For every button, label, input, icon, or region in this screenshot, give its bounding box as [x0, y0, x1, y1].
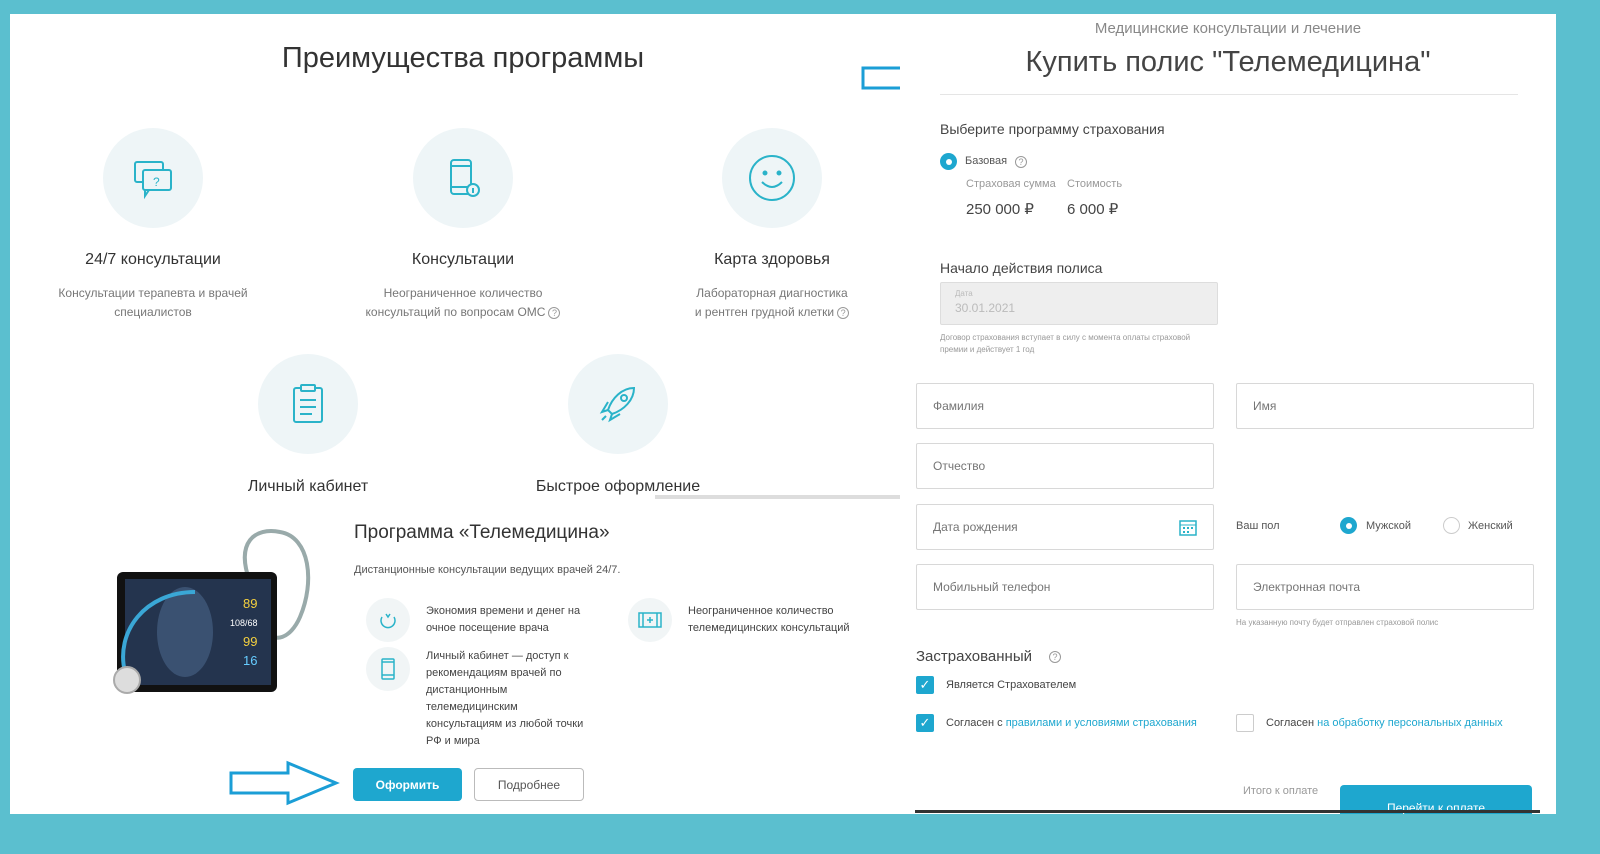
start-date-label: Начало действия полиса — [940, 260, 1103, 276]
start-date-field[interactable]: Дата 30.01.2021 — [940, 282, 1218, 325]
benefit-text: Личный кабинет — доступ к рекомендациям в… — [426, 650, 584, 747]
smile-icon — [722, 128, 822, 228]
first-name-input[interactable] — [1236, 383, 1534, 429]
divider — [655, 495, 900, 499]
chat-question-icon: ? — [103, 128, 203, 228]
agree-pd-label: Согласен на обработку персональных данны… — [1266, 717, 1503, 729]
arrow-pointer-icon — [229, 760, 340, 806]
gender-female-label: Женский — [1468, 520, 1513, 532]
feature-desc: Неограниченное количество консультаций по… — [333, 284, 593, 322]
date-field-label: Дата — [955, 289, 973, 298]
feature-desc: Консультации терапевта и врачей специалис… — [58, 286, 248, 319]
total-label: Итого к оплате — [1243, 785, 1319, 797]
feature-label: Быстрое оформление — [535, 478, 701, 495]
agree-rules-label: Согласен с правилами и условиями страхов… — [946, 717, 1197, 729]
feature-label: Личный кабинет — [247, 478, 369, 495]
program-subtitle: Дистанционные консультации ведущих враче… — [354, 564, 621, 576]
reading: 108/68 — [230, 618, 258, 628]
gender-male-radio[interactable] — [1340, 517, 1357, 534]
last-name-input[interactable] — [916, 383, 1214, 429]
benefit-text: Экономия времени и денег на очное посещен… — [426, 605, 581, 634]
feature-label: Консультации — [411, 251, 515, 268]
help-icon[interactable]: ? — [548, 307, 561, 319]
purchase-form-panel: Медицинские консультации и лечение Купит… — [900, 14, 1556, 814]
reading: 89 — [243, 596, 257, 611]
gender-label: Ваш пол — [1236, 520, 1280, 532]
rocket-icon — [568, 354, 668, 454]
program-option-label: Базовая — [965, 155, 1008, 167]
more-button[interactable]: Подробнее — [474, 768, 584, 801]
benefit-text: Неограниченное количество телемедицинских… — [688, 605, 850, 634]
pd-link[interactable]: на обработку персональных данных — [1317, 717, 1503, 729]
program-radio-basic[interactable] — [940, 153, 957, 170]
category-label: Медицинские консультации и лечение — [1094, 20, 1362, 37]
is-policyholder-label: Является Страхователем — [946, 679, 1077, 691]
email-note: На указанную почту будет отправлен страх… — [1236, 618, 1439, 627]
agree-rules-checkbox[interactable]: ✓ — [916, 714, 934, 732]
phone-input[interactable] — [916, 564, 1214, 610]
phone-info-icon — [413, 128, 513, 228]
help-icon[interactable]: ? — [1049, 651, 1061, 663]
calendar-icon[interactable] — [1179, 518, 1197, 536]
feature-label: Карта здоровья — [714, 251, 830, 268]
clipboard-icon — [258, 354, 358, 454]
apple-icon — [366, 598, 410, 642]
date-note: Договор страхования вступает в силу с мо… — [940, 333, 1191, 354]
help-icon[interactable]: ? — [837, 307, 850, 319]
date-field-value: 30.01.2021 — [955, 301, 1016, 315]
cost-value: 6 000 ₽ — [1067, 201, 1119, 218]
email-input[interactable] — [1236, 564, 1534, 610]
svg-text:?: ? — [153, 175, 160, 189]
program-benefits-panel: Преимущества программы ? 24/7 консультац… — [10, 14, 900, 814]
rules-link[interactable]: правилами и условиями страхования — [1006, 717, 1197, 729]
form-title: Купить полис "Телемедицина" — [1025, 46, 1431, 78]
smartphone-icon — [366, 647, 410, 691]
program-title: Программа «Телемедицина» — [354, 522, 610, 543]
gender-male-label: Мужской — [1366, 520, 1411, 532]
help-icon[interactable]: ? — [1015, 156, 1027, 168]
tablet-stethoscope-image: 89 108/68 99 16 — [105, 522, 325, 702]
apply-button[interactable]: Оформить — [353, 768, 462, 801]
insured-title: Застрахованный — [916, 648, 1033, 665]
screen-plus-icon — [628, 598, 672, 642]
reading: 99 — [243, 634, 257, 649]
feature-desc: Лабораторная диагностика и рентген грудно… — [694, 286, 850, 319]
divider — [940, 94, 1518, 95]
cost-label: Стоимость — [1067, 178, 1123, 190]
middle-name-input[interactable] — [916, 443, 1214, 489]
sum-label: Страховая сумма — [966, 178, 1056, 190]
gender-female-radio[interactable] — [1443, 517, 1460, 534]
agree-pd-checkbox[interactable] — [1236, 714, 1254, 732]
choose-program-label: Выберите программу страхования — [940, 121, 1165, 137]
sum-value: 250 000 ₽ — [966, 201, 1034, 218]
feature-label: 24/7 консультации — [85, 251, 221, 268]
page-title: Преимущества программы — [281, 42, 645, 74]
birth-date-input[interactable] — [916, 504, 1214, 550]
reading: 16 — [243, 653, 257, 668]
is-policyholder-checkbox[interactable]: ✓ — [916, 676, 934, 694]
bottom-bar — [915, 810, 1540, 813]
